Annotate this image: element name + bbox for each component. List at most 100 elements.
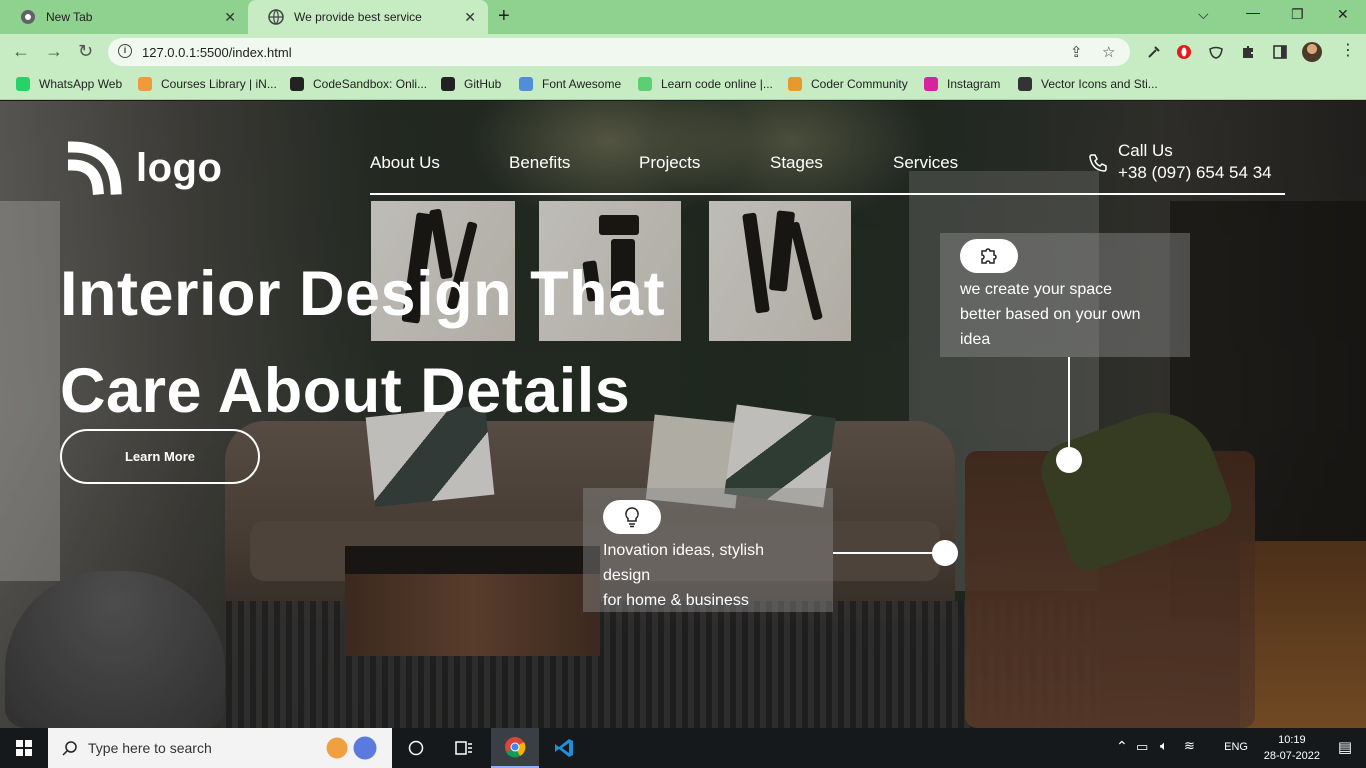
search-placeholder: Type here to search (88, 740, 212, 756)
opera-extension-icon[interactable] (1176, 44, 1192, 60)
close-icon[interactable]: ✕ (464, 9, 476, 26)
menu-kebab-icon[interactable]: ⋮ (1340, 42, 1356, 60)
nav-services[interactable]: Services (893, 153, 958, 173)
taskbar-search[interactable]: Type here to search (48, 728, 392, 768)
site-logo[interactable]: logo (68, 141, 222, 195)
card-text: Inovation ideas, stylish design for home… (603, 538, 823, 613)
chevron-up-icon[interactable]: ⌃ (1116, 738, 1128, 755)
hotspot-dot[interactable] (932, 540, 958, 566)
chrome-taskbar-icon[interactable] (491, 728, 539, 768)
instagram-icon (924, 77, 938, 91)
restore-icon[interactable]: ❐ (1291, 6, 1304, 23)
browser-toolbar: ← → ↻ i 127.0.0.1:5500/index.html ⇪ ☆ ⋮ (0, 34, 1366, 70)
bookmark-font-awesome[interactable]: Font Awesome (519, 77, 621, 91)
nav-about-us[interactable]: About Us (370, 153, 440, 173)
coder-community-icon (788, 77, 802, 91)
bookmark-label: Learn code online |... (661, 77, 773, 91)
bookmark-label: Vector Icons and Sti... (1041, 77, 1158, 91)
hero-title: Interior Design That Care About Details (60, 246, 760, 440)
hero-line-1: Interior Design That (60, 259, 666, 329)
new-tab-button[interactable]: + (498, 6, 510, 26)
share-icon[interactable]: ⇪ (1070, 43, 1083, 61)
tab-new-tab[interactable]: New Tab ✕ (0, 0, 248, 34)
courses-icon (138, 77, 152, 91)
lightbulb-icon (625, 507, 639, 528)
card-text-line: for home & business (603, 592, 749, 609)
profile-avatar[interactable] (1302, 42, 1322, 62)
hero-line-2: Care About Details (60, 356, 631, 426)
windows-taskbar: Type here to search ⌃ ▭ 🔈︎ ≋ ENG 10:19 2… (0, 728, 1366, 768)
card-icon-pill (960, 239, 1018, 273)
web-page: logo About Us Benefits Projects Stages S… (0, 101, 1366, 728)
bookmark-coder-community[interactable]: Coder Community (788, 77, 908, 91)
vscode-taskbar-icon[interactable] (540, 728, 588, 768)
close-icon[interactable]: ✕ (224, 9, 236, 26)
back-icon[interactable]: ← (12, 42, 30, 60)
tab-title: We provide best service (294, 10, 422, 24)
phone-number[interactable]: +38 (097) 654 54 34 (1118, 163, 1272, 183)
bookmark-label: Font Awesome (542, 77, 622, 91)
bookmarks-bar: WhatsApp Web Courses Library | iN... Cod… (0, 70, 1366, 100)
nav-projects[interactable]: Projects (639, 153, 700, 173)
bookmark-label: Coder Community (811, 77, 908, 91)
eyedropper-extension-icon[interactable] (1146, 44, 1162, 60)
bookmark-courses[interactable]: Courses Library | iN... (138, 77, 277, 91)
search-icon (62, 741, 77, 756)
bookmark-whatsapp[interactable]: WhatsApp Web (16, 77, 122, 91)
browser-tab-strip: New Tab ✕ We provide best service ✕ + ⌵ … (0, 0, 1366, 34)
bookmark-codesandbox[interactable]: CodeSandbox: Onli... (290, 77, 427, 91)
battery-icon[interactable]: ▭ (1136, 739, 1148, 755)
notifications-icon[interactable]: ▤ (1338, 738, 1352, 756)
url-text[interactable]: 127.0.0.1:5500/index.html (142, 45, 292, 60)
vector-icons-icon (1018, 77, 1032, 91)
clock[interactable]: 10:19 28-07-2022 (1264, 732, 1320, 764)
widgets-icon[interactable] (440, 728, 488, 768)
bookmark-label: Courses Library | iN... (161, 77, 277, 91)
learn-code-icon (638, 77, 652, 91)
task-view-icon[interactable] (392, 728, 440, 768)
nav-stages[interactable]: Stages (770, 153, 823, 173)
bookmark-learn-code[interactable]: Learn code online |... (638, 77, 773, 91)
rss-logo-icon (68, 141, 122, 195)
chevron-down-icon[interactable]: ⌵ (1198, 6, 1209, 23)
card-text-line: we create your space (960, 281, 1113, 298)
bookmark-star-icon[interactable]: ☆ (1102, 43, 1115, 61)
search-highlight-icon (316, 734, 386, 762)
bookmark-label: Instagram (947, 77, 1001, 91)
tab-active-page[interactable]: We provide best service ✕ (248, 0, 488, 34)
hotspot-dot[interactable] (1056, 447, 1082, 473)
system-tray: ⌃ ▭ 🔈︎ ≋ ENG 10:19 28-07-2022 ▤ (1106, 728, 1366, 768)
codesandbox-icon (290, 77, 304, 91)
phone-icon (1089, 154, 1107, 172)
font-awesome-icon (519, 77, 533, 91)
bookmark-github[interactable]: GitHub (441, 77, 501, 91)
info-icon[interactable]: i (118, 44, 132, 58)
address-bar[interactable]: i 127.0.0.1:5500/index.html ⇪ ☆ (108, 38, 1130, 66)
start-button[interactable] (0, 728, 48, 768)
reload-icon[interactable]: ↻ (78, 42, 93, 60)
wifi-icon[interactable]: ≋ (1184, 738, 1195, 754)
bookmark-label: WhatsApp Web (39, 77, 123, 91)
mask-extension-icon[interactable] (1208, 44, 1224, 60)
close-window-icon[interactable]: ✕ (1337, 6, 1349, 23)
tab-title: New Tab (46, 10, 93, 24)
globe-icon (268, 9, 284, 25)
volume-icon[interactable]: 🔈︎ (1160, 738, 1168, 754)
nav-benefits[interactable]: Benefits (509, 153, 570, 173)
bookmark-label: GitHub (464, 77, 502, 91)
clock-time: 10:19 (1278, 734, 1306, 746)
minimize-icon[interactable]: — (1246, 4, 1260, 20)
card-icon-pill (603, 500, 661, 534)
card-text-line: design (603, 567, 651, 584)
card-text-line: Inovation ideas, stylish (603, 542, 764, 559)
forward-icon[interactable]: → (45, 42, 63, 60)
bookmark-vector-icons[interactable]: Vector Icons and Sti... (1018, 77, 1158, 91)
bookmark-instagram[interactable]: Instagram (924, 77, 1000, 91)
sidebar-icon[interactable] (1272, 44, 1288, 60)
clock-date: 28-07-2022 (1263, 750, 1320, 762)
language-indicator[interactable]: ENG (1224, 741, 1248, 753)
puzzle-extensions-icon[interactable] (1240, 44, 1256, 60)
chrome-icon (21, 10, 35, 24)
learn-more-button[interactable]: Learn More (60, 429, 260, 484)
github-icon (441, 77, 455, 91)
